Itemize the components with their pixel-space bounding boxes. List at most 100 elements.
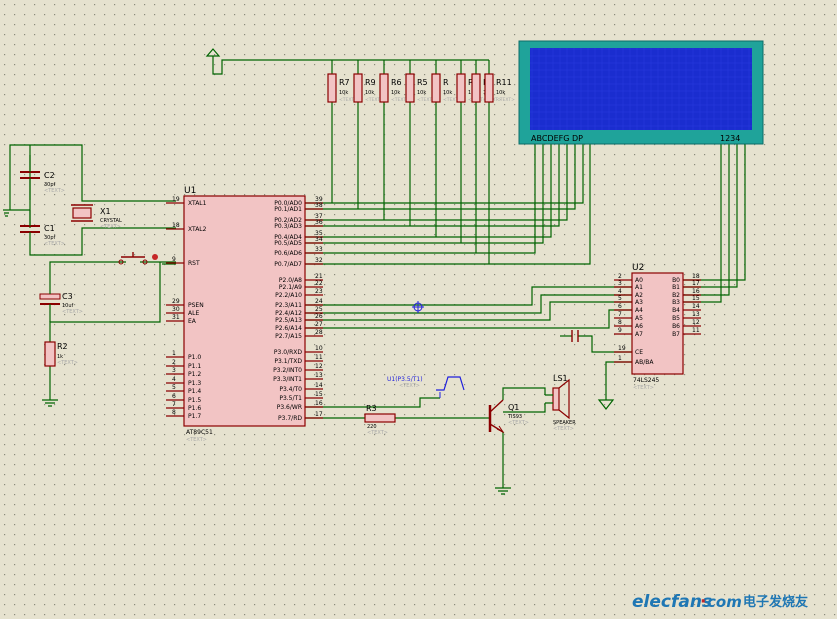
u1-pin-number: 6 [172, 393, 176, 400]
u1-pin-number: 27 [315, 321, 323, 328]
u2-pin-number: 4 [618, 288, 622, 295]
u2-pin-number: 6 [618, 303, 622, 310]
u1-pin-number: 8 [172, 409, 176, 416]
u2-pin-name: A4 [635, 307, 643, 314]
pullup-resistor-value: 10k [365, 90, 374, 96]
schematic-canvas[interactable]: R710k<TEXT>R910k<TEXT>R610k<TEXT>R510k<T… [0, 0, 837, 619]
u1-pin-number: 34 [315, 236, 323, 243]
u2-pin-number: 11 [692, 327, 700, 334]
u1-pin-name: P3.7/RD [278, 415, 302, 422]
u2-pin-number: 15 [692, 295, 700, 302]
x1-text-placeholder: <TEXT> [100, 224, 121, 230]
u2-pin-number: 8 [618, 319, 622, 326]
u1-pin-number: 26 [315, 313, 323, 320]
u1-ref: U1 [184, 186, 196, 196]
x1-ref: X1 [100, 207, 111, 216]
u1-pin-name: P2.7/A15 [275, 333, 302, 340]
u1-pin-number: 22 [315, 280, 323, 287]
u1-pin-name: EA [188, 318, 197, 325]
u2-pin-name: A2 [635, 292, 643, 299]
pullup-resistor-value: 10k [391, 90, 400, 96]
u1-pin-name: P2.6/A14 [275, 325, 302, 332]
u2-pin-name: A5 [635, 315, 643, 322]
pullup-resistor-text-placeholder: <TEXT> [496, 97, 515, 103]
q1-ref: Q1 [508, 403, 519, 412]
pullup-resistor-ref: R11 [496, 78, 512, 87]
u1-pin-number: 25 [315, 306, 323, 313]
u1-pin-name: P2.5/A13 [275, 317, 302, 324]
pullup-resistor-ref: R5 [417, 78, 428, 87]
u1-pin-name: P0.3/AD3 [274, 223, 302, 230]
u1-pin-name: P0.6/AD6 [274, 250, 302, 257]
u1-pin-name: P2.1/A9 [279, 284, 302, 291]
pullup-resistor-ref: R6 [391, 78, 402, 87]
u2-pin-name: B6 [672, 323, 680, 330]
u1-pin-number: 12 [315, 363, 323, 370]
u1-pin-name: P0.5/AD5 [274, 240, 302, 247]
u1-pin-number: 18 [172, 222, 180, 229]
u2-pin-number: 17 [692, 280, 700, 287]
c2-text-placeholder: <TEXT> [44, 188, 65, 194]
u2-pin-number: 18 [692, 273, 700, 280]
u1-pin-name: XTAL1 [188, 200, 207, 207]
u1-pin-name: P0.7/AD7 [274, 261, 302, 268]
c1-text-placeholder: <TEXT> [44, 241, 65, 247]
u1-pin-name: P1.6 [188, 405, 201, 412]
ls1-text-placeholder: <TEXT> [553, 426, 574, 432]
u1-pin-number: 31 [172, 314, 180, 321]
u2-pin-number: 2 [618, 273, 622, 280]
u1-pin-number: 28 [315, 329, 323, 336]
c3-text-placeholder: <TEXT> [62, 309, 83, 315]
u1-pin-name: P1.4 [188, 388, 201, 395]
u1-pin-name: RST [188, 260, 200, 267]
u1-pin-name: PSEN [188, 302, 204, 309]
r2-ref: R2 [57, 342, 68, 351]
pullup-resistor-value: 10k [496, 90, 505, 96]
u1-pin-name: P1.3 [188, 380, 201, 387]
u1-text-placeholder: <TEXT> [186, 437, 207, 443]
pullup-resistor-ref: R9 [365, 78, 376, 87]
seven-segment-lcd[interactable]: ABCDEFG DP 1234 [518, 40, 764, 145]
u2-pin-name: B0 [672, 277, 680, 284]
u2-pin-name: A3 [635, 299, 643, 306]
watermark: elecfans · com 电子发烧友 [632, 592, 808, 612]
u1-pin-name: ALE [188, 310, 199, 317]
watermark-dot: · [700, 592, 706, 612]
u2-pin-number: 5 [618, 295, 622, 302]
u1-pin-name: P1.2 [188, 371, 201, 378]
u1-pin-name: P3.0/RXD [274, 349, 302, 356]
u1-pin-name: P2.2/A10 [275, 292, 302, 299]
u1-pin-number: 4 [172, 376, 176, 383]
u2-pin-name: A7 [635, 331, 643, 338]
u2-pin-number: 1 [618, 355, 622, 362]
u1-part: AT89C51 [186, 429, 213, 436]
u1-pin-number: 11 [315, 354, 323, 361]
u2-pin-name: AB/BA [635, 359, 654, 366]
u1-pin-number: 14 [315, 382, 323, 389]
lcd-digit-label: 1234 [720, 134, 740, 143]
u1-microcontroller[interactable]: U1 AT89C51 <TEXT> 19XTAL118XTAL29RST29PS… [166, 186, 323, 443]
c1-ref: C1 [44, 224, 55, 233]
u1-pin-number: 16 [315, 400, 323, 407]
u2-pin-number: 16 [692, 288, 700, 295]
u2-pin-name: B7 [672, 331, 680, 338]
u1-pin-name: P2.3/A11 [275, 302, 302, 309]
u1-pin-number: 33 [315, 246, 323, 253]
q1-text-placeholder: <TEXT> [508, 420, 529, 426]
r3-text-placeholder: <TEXT> [367, 430, 388, 436]
u2-pin-name: B2 [672, 292, 680, 299]
r3-ref: R3 [366, 404, 377, 413]
pullup-resistor-value: 10k [443, 90, 452, 96]
probe-label: U1(P3.5/T1) [387, 376, 423, 383]
c3-ref: C3 [62, 292, 73, 301]
u1-pin-name: P1.0 [188, 354, 201, 361]
u2-pin-name: B4 [672, 307, 680, 314]
u2-pin-name: A6 [635, 323, 643, 330]
u1-pin-name: XTAL2 [188, 226, 207, 233]
u1-pin-number: 30 [172, 306, 180, 313]
u1-pin-number: 19 [172, 196, 180, 203]
u1-pin-number: 10 [315, 345, 323, 352]
u1-pin-number: 23 [315, 288, 323, 295]
lcd-screen-grid [530, 48, 752, 130]
u1-pin-number: 2 [172, 359, 176, 366]
